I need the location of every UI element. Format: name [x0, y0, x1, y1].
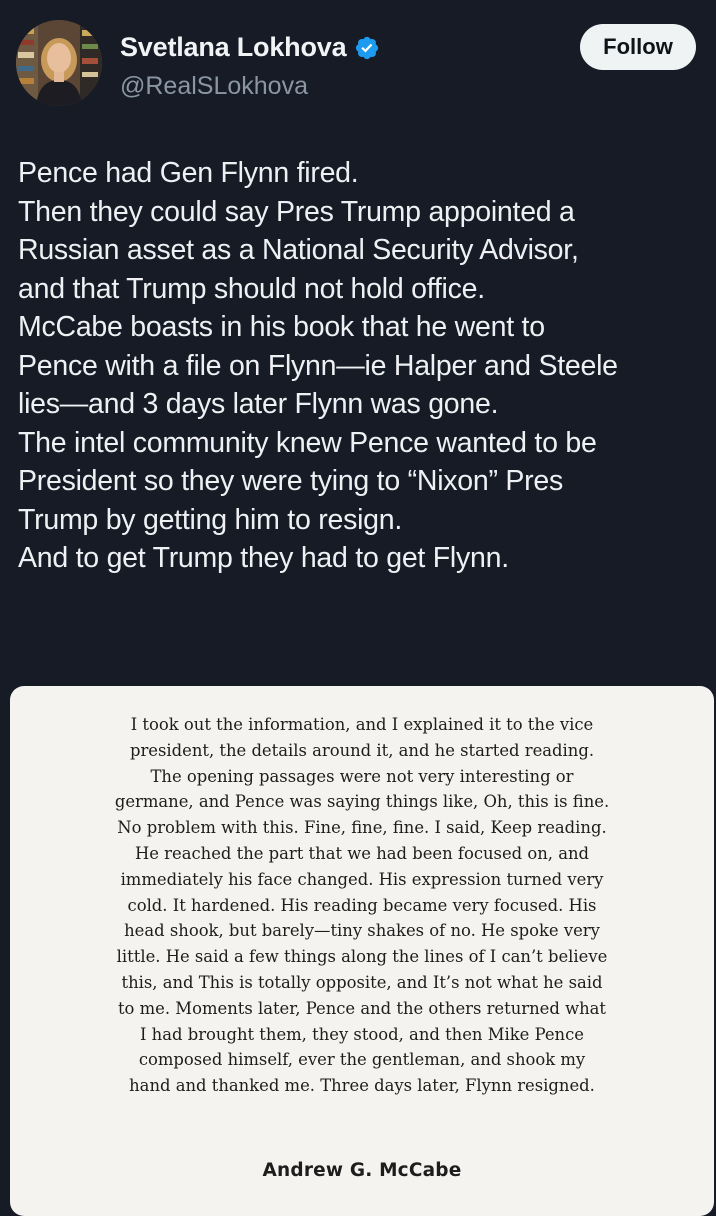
excerpt-text-line: I had brought them, they stood, and then… — [139, 1024, 584, 1044]
author-display-name[interactable]: Svetlana Lokhova — [120, 32, 347, 63]
avatar[interactable] — [16, 20, 102, 106]
tweet-text-line: President so they were tying to “Nixon” … — [18, 465, 563, 497]
excerpt-text-line: cold. It hardened. His reading became ve… — [127, 895, 597, 915]
verified-badge-icon[interactable] — [354, 35, 380, 61]
author-handle[interactable]: @RealSLokhova — [120, 72, 308, 101]
excerpt-text-line: little. He said a few things along the l… — [116, 947, 608, 967]
tweet-text: Pence had Gen Flynn fired. Then they coul… — [18, 154, 712, 578]
excerpt-text-line: immediately his face changed. His expres… — [120, 869, 604, 889]
follow-button[interactable]: Follow — [580, 24, 696, 70]
excerpt-text-line: He reached the part that we had been foc… — [134, 843, 590, 863]
excerpt-text-line: germane, and Pence was saying things lik… — [114, 792, 610, 812]
tweet-text-line: and that Trump should not hold office. — [18, 272, 485, 305]
tweet-text-line: Pence with a file on Flynn—ie Halper and… — [18, 349, 618, 382]
tweet-text-line: lies—and 3 days later Flynn was gone. — [18, 388, 499, 420]
tweet-text-line: And to get Trump they had to get Flynn. — [18, 542, 509, 574]
tweet-text-line: Then they could say Pres Trump appointed… — [18, 195, 575, 228]
tweet-text-line: Russian asset as a National Security Adv… — [18, 234, 579, 266]
excerpt-text: I took out the information, and I explai… — [10, 712, 714, 1099]
excerpt-text-line: hand and thanked me. Three days later, F… — [129, 1076, 595, 1096]
excerpt-text-line: president, the details around it, and he… — [129, 740, 595, 760]
excerpt-text-line: composed himself, ever the gentleman, an… — [138, 1050, 586, 1070]
excerpt-text-line: head shook, but barely—tiny shakes of no… — [124, 921, 600, 941]
tweet-header: Svetlana Lokhova @RealSLokhova Follow — [16, 20, 700, 110]
excerpt-text-line: No problem with this. Fine, fine, fine. … — [117, 818, 607, 838]
tweet-text-line: Pence had Gen Flynn fired. — [18, 157, 359, 189]
excerpt-text-line: I took out the information, and I explai… — [130, 715, 594, 734]
book-excerpt-image[interactable]: I took out the information, and I explai… — [10, 686, 714, 1216]
excerpt-text-line: The opening passages were not very inter… — [150, 766, 574, 786]
tweet-text-line: McCabe boasts in his book that he went t… — [18, 311, 545, 343]
author-name-row[interactable]: Svetlana Lokhova — [120, 32, 380, 63]
excerpt-author: Andrew G. McCabe — [262, 1160, 462, 1181]
excerpt-text-line: this, and This is totally opposite, and … — [121, 972, 603, 992]
excerpt-text-line: to me. Moments later, Pence and the othe… — [117, 998, 607, 1018]
tweet-text-line: Trump by getting him to resign. — [18, 503, 403, 536]
tweet-text-line: The intel community knew Pence wanted to… — [18, 426, 597, 459]
